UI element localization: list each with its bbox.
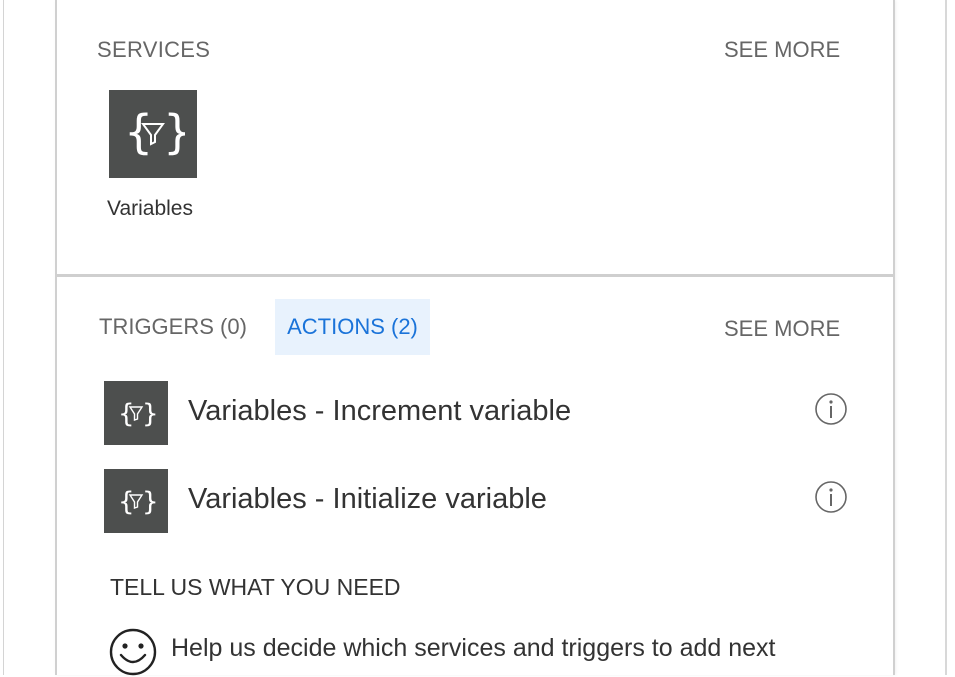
actions-see-more-link[interactable]: SEE MORE	[724, 316, 840, 342]
feedback-link[interactable]: Help us decide which services and trigge…	[171, 634, 776, 663]
tell-us-header: TELL US WHAT YOU NEED	[110, 574, 401, 600]
tab-actions[interactable]: ACTIONS (2)	[275, 299, 430, 355]
outer-left-border	[3, 0, 4, 675]
section-divider	[57, 274, 893, 277]
variables-service-label: Variables	[107, 197, 193, 220]
action-label: Variables - Increment variable	[188, 395, 572, 427]
variables-icon: { }	[104, 469, 168, 533]
variables-service-tile[interactable]: { }	[109, 90, 197, 178]
services-see-more-link[interactable]: SEE MORE	[724, 37, 840, 63]
svg-text:{: {	[118, 399, 135, 429]
svg-text:}: }	[163, 105, 185, 159]
svg-text:{: {	[118, 487, 135, 517]
action-label: Variables - Initialize variable	[188, 483, 547, 515]
svg-text:}: }	[142, 399, 156, 429]
services-header: SERVICES	[97, 37, 211, 62]
action-increment-variable[interactable]: { } Variables - Increment variable	[104, 381, 854, 445]
outer-right-border	[945, 0, 947, 675]
variables-icon: { }	[124, 105, 185, 159]
variables-icon: { }	[104, 381, 168, 445]
svg-text:}: }	[142, 487, 156, 517]
action-initialize-variable[interactable]: { } Variables - Initialize variable	[104, 469, 854, 533]
info-icon[interactable]	[814, 392, 848, 426]
info-icon[interactable]	[814, 480, 848, 514]
smiley-icon	[109, 628, 157, 676]
tab-triggers[interactable]: TRIGGERS (0)	[99, 299, 247, 355]
